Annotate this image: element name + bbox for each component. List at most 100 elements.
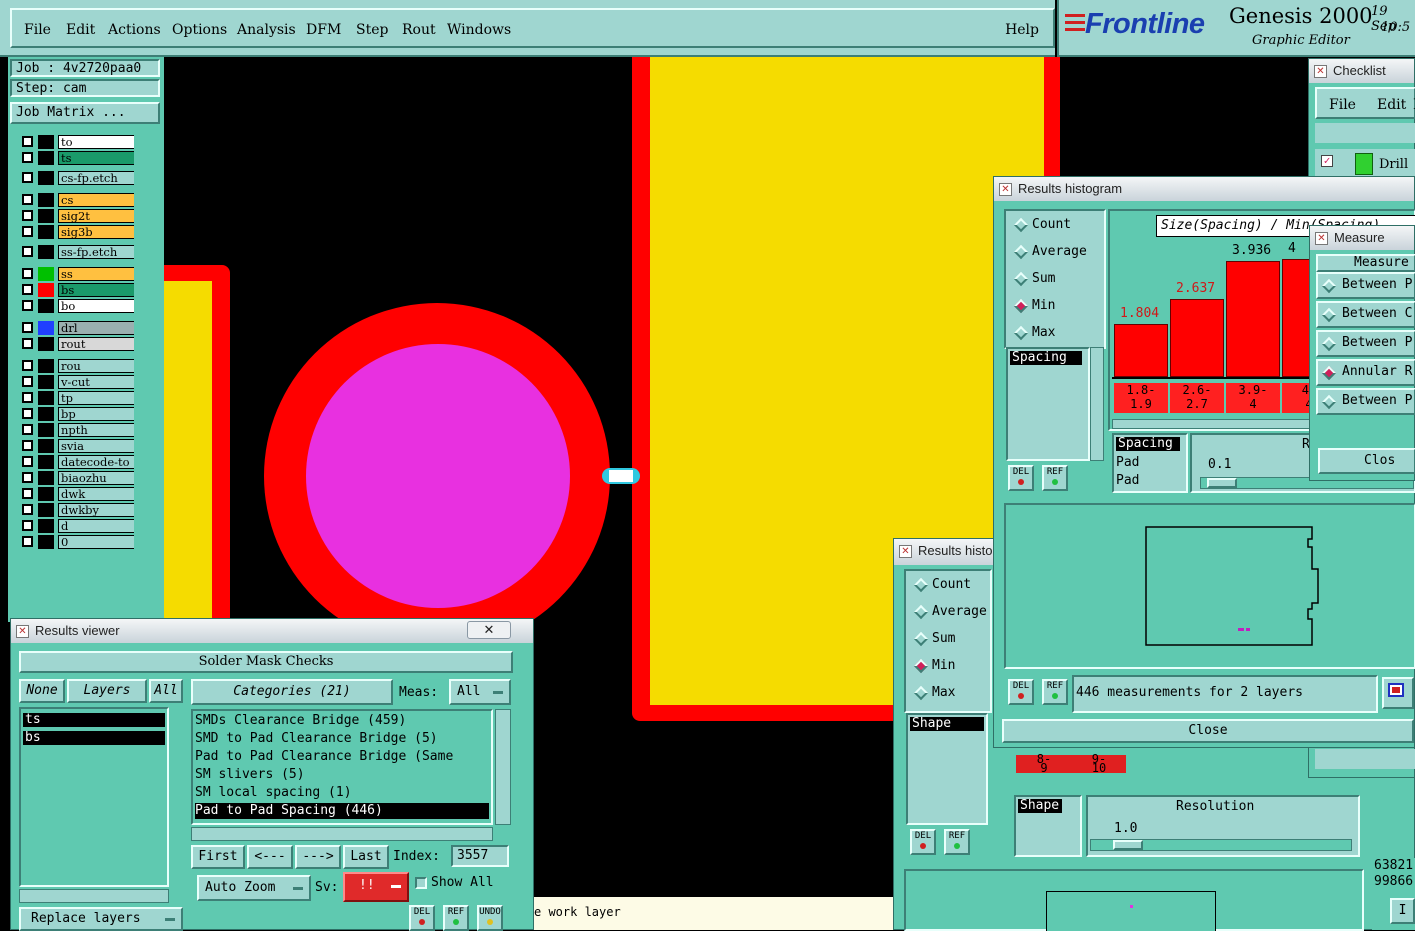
layer-list-scrollbar[interactable] bbox=[19, 889, 169, 903]
layer-color-swatch[interactable] bbox=[38, 503, 54, 517]
resolution-slider[interactable] bbox=[1090, 839, 1352, 851]
histogram-list[interactable]: Spacing bbox=[1006, 347, 1090, 461]
mode-radio-count[interactable]: Count bbox=[910, 573, 994, 597]
meas-dropdown[interactable]: All bbox=[449, 679, 511, 705]
index-input[interactable]: 3557 bbox=[451, 845, 509, 867]
category-item[interactable]: SM slivers (5) bbox=[195, 767, 489, 783]
categories-hscrollbar[interactable] bbox=[191, 827, 493, 841]
layer-name[interactable]: 0 bbox=[58, 535, 142, 549]
severity-dropdown[interactable]: !! bbox=[343, 872, 409, 902]
layer-row-sig2t[interactable]: sig2t bbox=[20, 209, 142, 223]
histogram-bar[interactable] bbox=[1226, 261, 1280, 377]
layer-name[interactable]: sig2t bbox=[58, 209, 142, 223]
layer-name[interactable]: sig3b bbox=[58, 225, 142, 239]
layer-row-biaozhu[interactable]: biaozhu bbox=[20, 471, 142, 485]
layer-color-swatch[interactable] bbox=[38, 375, 54, 389]
layer-checkbox[interactable] bbox=[22, 376, 33, 387]
mode-radio-average[interactable]: Average bbox=[1010, 240, 1094, 264]
layer-checkbox[interactable] bbox=[22, 136, 33, 147]
layer-name[interactable]: rout bbox=[58, 337, 142, 351]
layer-color-swatch[interactable] bbox=[38, 299, 54, 313]
menu-dfm[interactable]: DFM bbox=[306, 22, 341, 38]
measure-option[interactable]: Between P bbox=[1316, 272, 1415, 299]
slider-handle[interactable] bbox=[1113, 840, 1143, 850]
layer-color-swatch[interactable] bbox=[38, 225, 54, 239]
export-icon[interactable] bbox=[1382, 677, 1414, 709]
menu-edit[interactable]: Edit bbox=[66, 22, 95, 38]
mode-radio-average[interactable]: Average bbox=[910, 600, 994, 624]
layer-color-swatch[interactable] bbox=[38, 391, 54, 405]
layer-name[interactable]: drl bbox=[58, 321, 142, 335]
next-button[interactable]: ---> bbox=[295, 845, 341, 869]
layer-name[interactable]: d bbox=[58, 519, 142, 533]
layer-row-bp[interactable]: bp bbox=[20, 407, 142, 421]
show-all-checkbox[interactable] bbox=[415, 877, 427, 889]
results-viewer-titlebar[interactable]: ✕ Results viewer ✕ bbox=[11, 619, 533, 643]
layer-color-swatch[interactable] bbox=[38, 471, 54, 485]
layer-color-swatch[interactable] bbox=[38, 423, 54, 437]
layer-row-ss[interactable]: ss bbox=[20, 267, 142, 281]
first-button[interactable]: First bbox=[191, 845, 245, 869]
menu-step[interactable]: Step bbox=[356, 22, 388, 38]
undo-button[interactable]: UNDO bbox=[477, 905, 503, 931]
layer-name[interactable]: tp bbox=[58, 391, 142, 405]
measure-option[interactable]: Annular R bbox=[1316, 359, 1415, 386]
categories-list[interactable]: SMDs Clearance Bridge (459) SMD to Pad Cl… bbox=[191, 709, 493, 825]
layer-row-dwkby[interactable]: dwkby bbox=[20, 503, 142, 517]
layer-row-to[interactable]: to bbox=[20, 135, 142, 149]
layer-name[interactable]: dwk bbox=[58, 487, 142, 501]
layer-checkbox[interactable] bbox=[22, 456, 33, 467]
menu-help[interactable]: Help bbox=[1005, 22, 1039, 38]
layer-checkbox[interactable] bbox=[22, 246, 33, 257]
layer-checkbox[interactable] bbox=[22, 504, 33, 515]
layer-checkbox[interactable] bbox=[22, 360, 33, 371]
layer-checkbox[interactable] bbox=[22, 172, 33, 183]
histogram-close-button[interactable]: Close bbox=[1002, 719, 1414, 743]
auto-zoom-dropdown[interactable]: Auto Zoom bbox=[197, 875, 311, 901]
layer-row-rout[interactable]: rout bbox=[20, 337, 142, 351]
list-item[interactable]: Shape bbox=[910, 717, 984, 731]
layer-row-tp[interactable]: tp bbox=[20, 391, 142, 405]
layer-name[interactable]: svia bbox=[58, 439, 142, 453]
category-item[interactable]: Pad to Pad Clearance Bridge (Same bbox=[195, 749, 489, 765]
checklist-titlebar[interactable]: ✕ Checklist Edito bbox=[1309, 59, 1414, 102]
category-item[interactable]: SM local spacing (1) bbox=[195, 785, 489, 801]
layer-checkbox[interactable] bbox=[22, 424, 33, 435]
layer-row-npth[interactable]: npth bbox=[20, 423, 142, 437]
layer-color-swatch[interactable] bbox=[38, 135, 54, 149]
layer-name[interactable]: npth bbox=[58, 423, 142, 437]
measure-close-button[interactable]: Clos bbox=[1318, 448, 1415, 474]
del-button[interactable]: DEL bbox=[409, 905, 435, 931]
histogram2-list[interactable]: Shape bbox=[906, 713, 988, 825]
layer-row-d[interactable]: d bbox=[20, 519, 142, 533]
mode-radio-sum[interactable]: Sum bbox=[1010, 267, 1094, 291]
layer-checkbox[interactable] bbox=[22, 322, 33, 333]
checklist-menu-file[interactable]: File bbox=[1329, 97, 1356, 113]
layer-row-0[interactable]: 0 bbox=[20, 535, 142, 549]
del-button[interactable]: DEL bbox=[1008, 465, 1034, 491]
measure-titlebar[interactable]: ✕ Measure Popu bbox=[1310, 226, 1414, 269]
layer-color-swatch[interactable] bbox=[38, 283, 54, 297]
layer-color-swatch[interactable] bbox=[38, 321, 54, 335]
category-item[interactable]: SMDs Clearance Bridge (459) bbox=[195, 713, 489, 729]
layer-color-swatch[interactable] bbox=[38, 245, 54, 259]
layer-color-swatch[interactable] bbox=[38, 209, 54, 223]
layer-row-bs[interactable]: bs bbox=[20, 283, 142, 297]
layer-color-swatch[interactable] bbox=[38, 193, 54, 207]
check-icon[interactable]: ✓ bbox=[1321, 155, 1333, 167]
checklist-menu-edit[interactable]: Edit bbox=[1377, 97, 1406, 113]
layer-checkbox[interactable] bbox=[22, 520, 33, 531]
layer-name[interactable]: cs bbox=[58, 193, 142, 207]
layer-checkbox[interactable] bbox=[22, 194, 33, 205]
layer-checkbox[interactable] bbox=[22, 226, 33, 237]
layer-color-swatch[interactable] bbox=[38, 455, 54, 469]
layer-name[interactable]: to bbox=[58, 135, 142, 149]
ref-button[interactable]: REF bbox=[443, 905, 469, 931]
layer-checkbox[interactable] bbox=[22, 284, 33, 295]
layer-checkbox[interactable] bbox=[22, 408, 33, 419]
layer-name[interactable]: rou bbox=[58, 359, 142, 373]
layer-row-v-cut[interactable]: v-cut bbox=[20, 375, 142, 389]
ref-button[interactable]: REF bbox=[1042, 679, 1068, 705]
layer-checkbox[interactable] bbox=[22, 152, 33, 163]
layer-name[interactable]: cs-fp.etch bbox=[58, 171, 142, 185]
